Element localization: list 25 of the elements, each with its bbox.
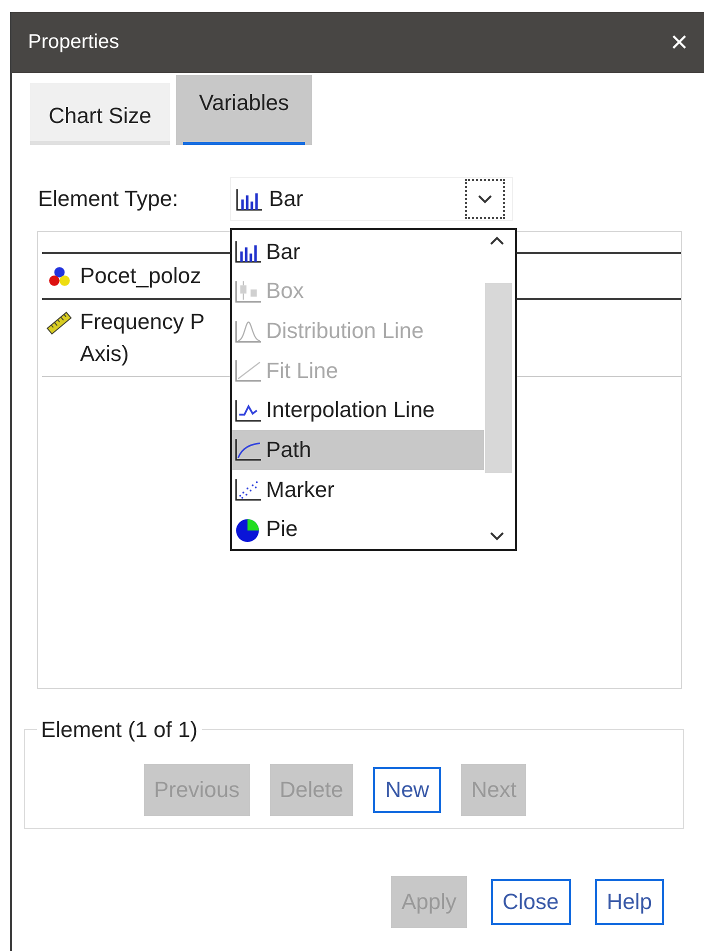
curve-icon: [234, 437, 262, 462]
window-title: Properties: [28, 31, 120, 54]
bar-chart-icon: [235, 186, 263, 212]
variable-name[interactable]: Pocet_poloz: [80, 260, 202, 292]
element-type-dropdown[interactable]: Bar: [230, 177, 513, 221]
close-button[interactable]: Close: [490, 879, 571, 925]
help-button[interactable]: Help: [594, 879, 664, 925]
variable-name[interactable]: Frequency P Axis): [80, 306, 205, 370]
tab[interactable]: Variables: [176, 75, 312, 145]
line-chart-icon: [234, 398, 262, 423]
scatter-icon: [234, 477, 262, 502]
dropdown-option[interactable]: Path: [232, 430, 484, 470]
scrollbar-thumb[interactable]: [485, 283, 512, 473]
scroll-up-icon[interactable]: [490, 236, 504, 245]
new-button[interactable]: New: [373, 767, 442, 813]
scroll-down-icon[interactable]: [490, 532, 504, 541]
chevron-down-icon: [478, 194, 492, 204]
bar-chart-icon: [234, 239, 262, 264]
field-label: Element Type:: [38, 186, 180, 212]
box-plot-icon: [234, 278, 262, 304]
fit-line-icon: [234, 358, 262, 384]
distribution-curve-icon: [234, 318, 262, 344]
tab[interactable]: Chart Size: [30, 83, 170, 145]
close-button[interactable]: ×: [670, 28, 688, 58]
pie-chart-icon: [234, 516, 262, 542]
